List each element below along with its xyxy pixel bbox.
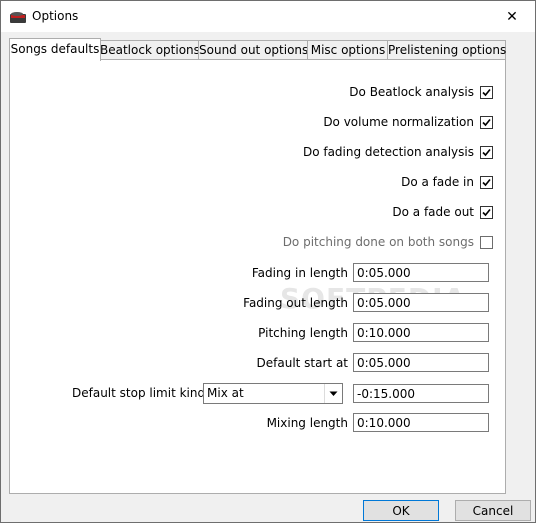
window-title: Options (32, 9, 79, 23)
field-row-mixing-length: Mixing length 0:10.000 (10, 413, 505, 433)
default-start-input[interactable]: 0:05.000 (353, 353, 489, 372)
stop-limit-selected: Mix at (207, 386, 244, 400)
stop-limit-select[interactable]: Mix at (203, 383, 343, 404)
chevron-down-icon[interactable] (324, 384, 342, 403)
check-row-beatlock: Do Beatlock analysis (10, 85, 505, 105)
fading-out-input[interactable]: 0:05.000 (353, 293, 489, 312)
fade-out-label: Do a fade out (392, 205, 474, 219)
pitching-both-checkbox[interactable] (480, 236, 493, 249)
title-bar: Options ✕ (1, 1, 535, 32)
stop-limit-input[interactable]: -0:15.000 (353, 384, 489, 403)
tab-prelistening-options[interactable]: Prelistening options (387, 40, 506, 60)
check-row-normalization: Do volume normalization (10, 115, 505, 135)
check-row-fading-detection: Do fading detection analysis (10, 145, 505, 165)
normalization-checkbox[interactable] (480, 116, 493, 129)
options-dialog: Options ✕ Songs defaults Beatlock option… (0, 0, 536, 523)
pitching-length-label: Pitching length (258, 326, 348, 340)
normalization-label: Do volume normalization (323, 115, 474, 129)
close-icon: ✕ (506, 8, 518, 25)
button-bar: OK Cancel (1, 492, 535, 522)
fading-detection-checkbox[interactable] (480, 146, 493, 159)
field-row-pitching-length: Pitching length 0:10.000 (10, 323, 505, 343)
stop-limit-label: Default stop limit kind (72, 386, 206, 400)
tab-beatlock-options[interactable]: Beatlock options (99, 40, 200, 60)
mixing-length-input[interactable]: 0:10.000 (353, 413, 489, 432)
pitching-both-label: Do pitching done on both songs (282, 235, 474, 249)
check-row-pitching-both: Do pitching done on both songs (10, 235, 505, 255)
field-row-fading-in: Fading in length 0:05.000 (10, 263, 505, 283)
check-row-fade-out: Do a fade out (10, 205, 505, 225)
tab-misc-options[interactable]: Misc options (307, 40, 389, 60)
default-start-label: Default start at (256, 356, 348, 370)
tab-songs-defaults[interactable]: Songs defaults (9, 38, 101, 61)
songs-defaults-panel: SOFTPEDIA Do Beatlock analysis Do volume… (9, 59, 506, 494)
fading-in-label: Fading in length (251, 266, 348, 280)
turntable-icon (9, 9, 27, 25)
fade-out-checkbox[interactable] (480, 206, 493, 219)
stop-limit-row: Default stop limit kind Mix at -0:15.000 (10, 383, 505, 404)
field-row-fading-out: Fading out length 0:05.000 (10, 293, 505, 313)
field-row-default-start: Default start at 0:05.000 (10, 353, 505, 373)
beatlock-label: Do Beatlock analysis (349, 85, 474, 99)
fading-out-label: Fading out length (243, 296, 348, 310)
cancel-button[interactable]: Cancel (455, 500, 531, 521)
close-button[interactable]: ✕ (489, 1, 535, 32)
beatlock-checkbox[interactable] (480, 86, 493, 99)
check-row-fade-in: Do a fade in (10, 175, 505, 195)
fading-in-input[interactable]: 0:05.000 (353, 263, 489, 282)
fade-in-label: Do a fade in (401, 175, 474, 189)
tab-sound-out-options[interactable]: Sound out options (198, 40, 309, 60)
ok-button[interactable]: OK (363, 500, 439, 521)
fading-detection-label: Do fading detection analysis (302, 145, 474, 159)
mixing-length-label: Mixing length (266, 416, 348, 430)
pitching-length-input[interactable]: 0:10.000 (353, 323, 489, 342)
fade-in-checkbox[interactable] (480, 176, 493, 189)
